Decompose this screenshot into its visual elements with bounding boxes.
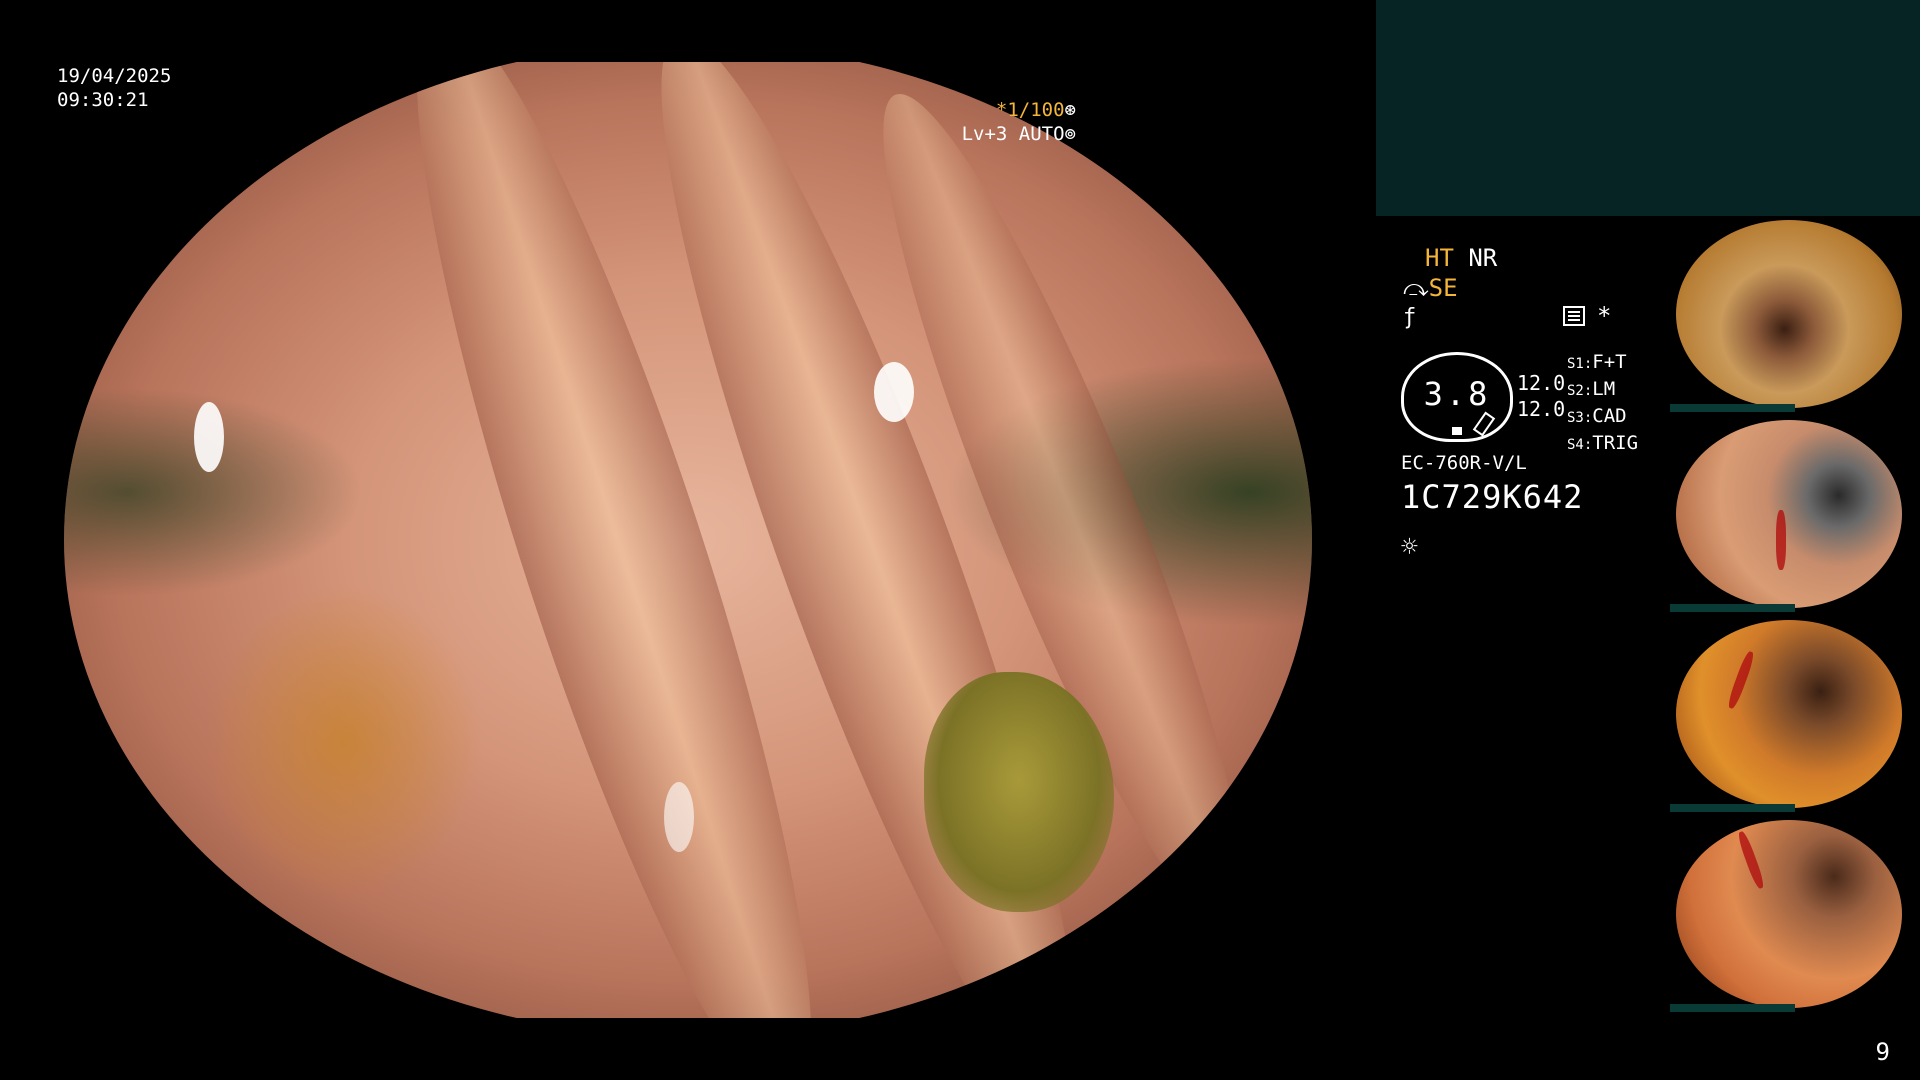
ht-label: HT <box>1425 244 1454 272</box>
mode-se: ⤼SE <box>1403 274 1458 302</box>
switch-4: S4:TRIG <box>1567 432 1639 454</box>
star-marker: * <box>1597 302 1612 330</box>
f-icon: ƒ <box>1403 305 1417 330</box>
gauge-value: 3.8 <box>1423 375 1491 413</box>
red-streak <box>1736 830 1766 890</box>
thumbnail-image <box>1676 620 1902 808</box>
nr-label: NR <box>1468 244 1498 272</box>
thumbnail[interactable] <box>1670 816 1920 1012</box>
shutter-icon: ⊛ <box>1064 99 1076 121</box>
page-number: 9 <box>1875 1038 1890 1066</box>
switch-2: S2:LM <box>1567 378 1616 400</box>
red-streak <box>1776 510 1786 570</box>
gauge-mark <box>1452 427 1462 435</box>
thumbnail[interactable] <box>1670 216 1920 412</box>
thumbnail-label-bar <box>1670 404 1795 412</box>
level-line: Lv+3 AUTO <box>961 123 1065 145</box>
thumbnail[interactable] <box>1670 416 1920 612</box>
se-label: SE <box>1428 274 1458 302</box>
record-icon <box>1563 306 1585 326</box>
scope-serial: 1C729K642 <box>1401 478 1584 516</box>
value-1: 12.0 <box>1517 371 1566 395</box>
bubble-cluster <box>204 582 484 902</box>
endoscope-view <box>64 62 1312 1018</box>
scope-model: EC-760R-V/L <box>1401 452 1527 474</box>
thumbnail-label-bar <box>1670 604 1795 612</box>
thumbnail-image <box>1676 820 1902 1008</box>
time: 09:30:21 <box>57 89 149 111</box>
sun-icon: ☼ <box>1401 530 1418 563</box>
info-top-panel <box>1376 0 1920 216</box>
date-time: 19/04/2025 09:30:21 <box>57 64 171 112</box>
shutter-speed: 1/100 <box>1007 99 1065 121</box>
value-list: 12.0 12.0 <box>1517 370 1565 422</box>
shutter-prefix: * <box>995 99 1008 121</box>
scissor-icon: ⤼ <box>1403 274 1429 302</box>
auto-icon: ⊚ <box>1064 123 1076 145</box>
gauge: 3.8 <box>1401 352 1513 442</box>
red-streak <box>1726 650 1756 710</box>
switch-list: S1:F+T S2:LM S3:CAD S4:TRIG <box>1567 350 1638 458</box>
thumbnail[interactable] <box>1670 616 1920 812</box>
thumbnail-image <box>1676 220 1902 408</box>
light-glare <box>194 402 224 472</box>
light-glare <box>664 782 694 852</box>
exposure-info: *1/100⊛ Lv+3 AUTO⊚ <box>962 98 1076 146</box>
date: 19/04/2025 <box>57 65 172 87</box>
switch-1: S1:F+T <box>1567 351 1627 373</box>
gauge-needle-icon <box>1472 411 1496 437</box>
value-2: 12.0 <box>1517 397 1566 421</box>
light-glare <box>874 362 914 422</box>
thumbnail-image <box>1676 420 1902 608</box>
switch-3: S3:CAD <box>1567 405 1627 427</box>
mode-ht-nr: HT NR <box>1425 244 1497 272</box>
settings-panel: HT NR ⤼SE ƒ * 3.8 12.0 12.0 S1:F+T S2:LM… <box>1395 240 1675 563</box>
thumbnail-label-bar <box>1670 804 1795 812</box>
thumbnail-label-bar <box>1670 1004 1795 1012</box>
